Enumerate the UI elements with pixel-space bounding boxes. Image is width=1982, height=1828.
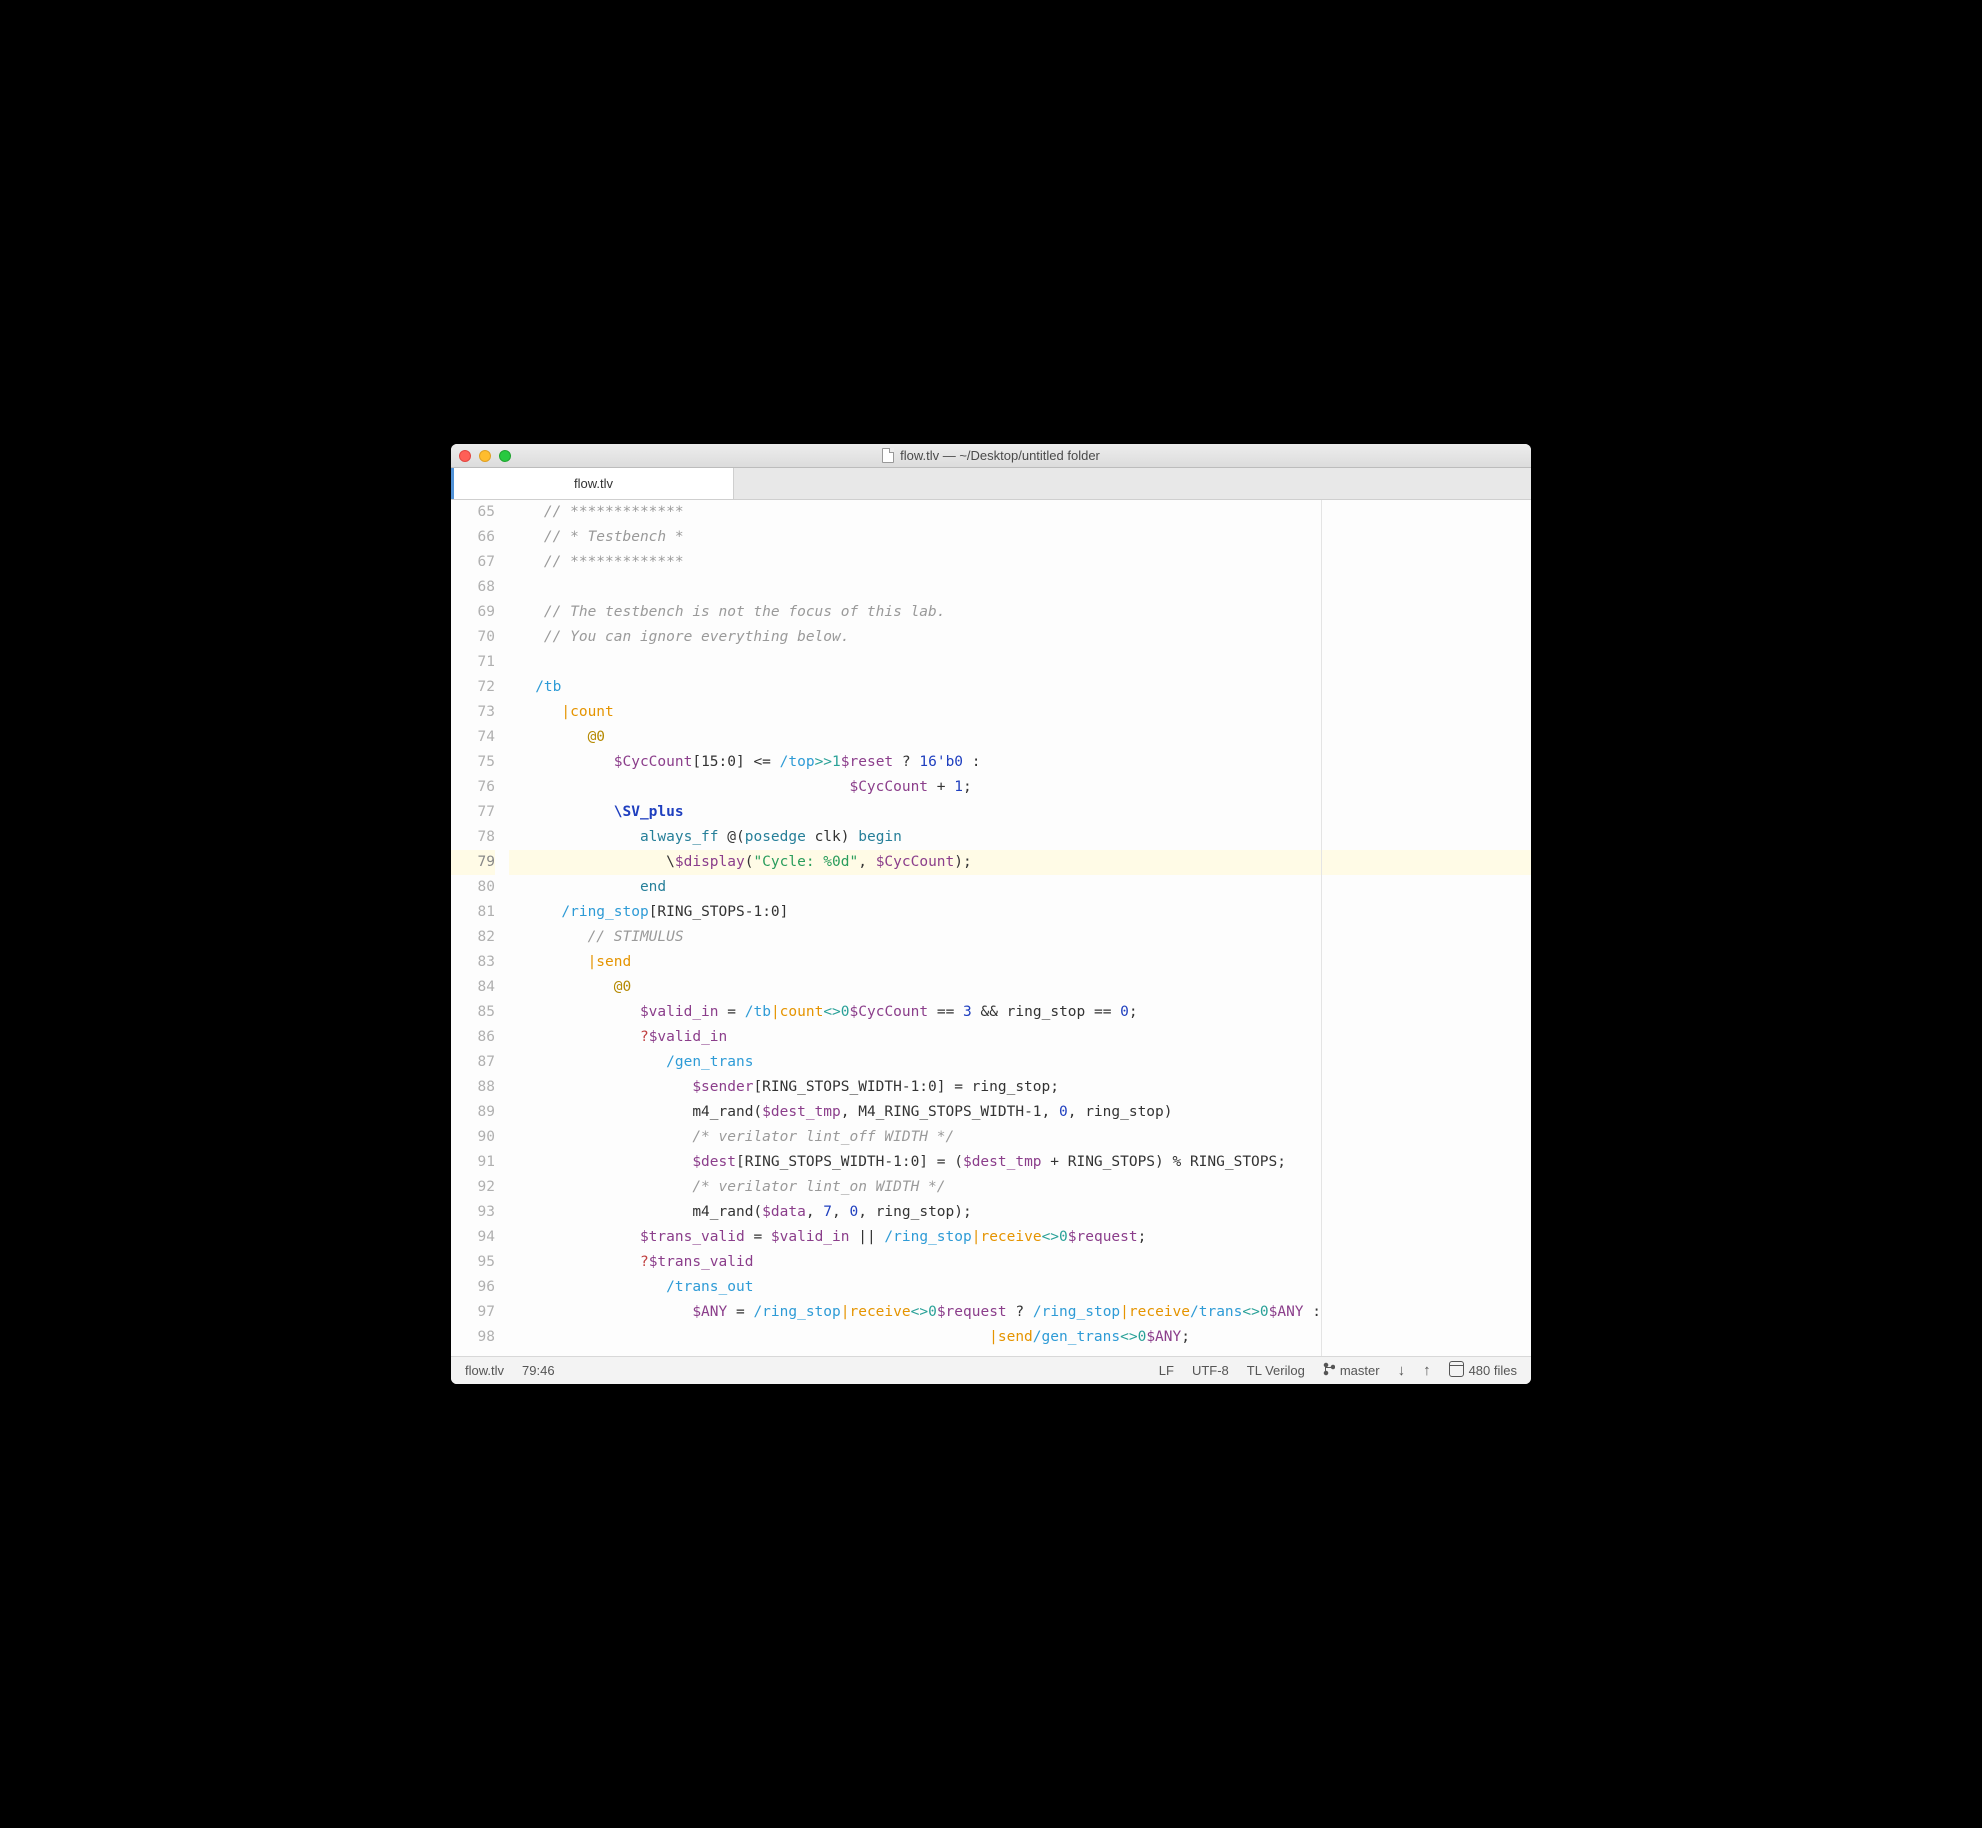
files-icon xyxy=(1449,1361,1464,1380)
code-line[interactable]: \$display("Cycle: %0d", $CycCount); xyxy=(509,850,1531,875)
close-icon[interactable] xyxy=(459,450,471,462)
line-number: 96 xyxy=(451,1275,495,1300)
git-branch-icon xyxy=(1323,1362,1335,1379)
editor-window: flow.tlv — ~/Desktop/untitled folder flo… xyxy=(451,444,1531,1384)
status-git-branch[interactable]: master xyxy=(1323,1362,1380,1379)
code-line[interactable]: // The testbench is not the focus of thi… xyxy=(509,600,1531,625)
code-line[interactable]: always_ff @(posedge clk) begin xyxy=(509,825,1531,850)
file-icon xyxy=(882,448,894,463)
code-line[interactable]: |send xyxy=(509,950,1531,975)
code-line[interactable]: // ************* xyxy=(509,550,1531,575)
code-line[interactable]: $CycCount + 1; xyxy=(509,775,1531,800)
line-number: 93 xyxy=(451,1200,495,1225)
line-number: 84 xyxy=(451,975,495,1000)
status-line-ending[interactable]: LF xyxy=(1159,1363,1174,1378)
line-number: 78 xyxy=(451,825,495,850)
code-line[interactable]: |count xyxy=(509,700,1531,725)
line-number: 87 xyxy=(451,1050,495,1075)
line-number: 75 xyxy=(451,750,495,775)
line-number: 65 xyxy=(451,500,495,525)
status-cursor-position[interactable]: 79:46 xyxy=(522,1363,555,1378)
code-line[interactable]: /* verilator lint_on WIDTH */ xyxy=(509,1175,1531,1200)
code-line[interactable]: /ring_stop[RING_STOPS-1:0] xyxy=(509,900,1531,925)
code-line[interactable] xyxy=(509,575,1531,600)
code-line[interactable]: // * Testbench * xyxy=(509,525,1531,550)
window-controls xyxy=(459,450,511,462)
titlebar[interactable]: flow.tlv — ~/Desktop/untitled folder xyxy=(451,444,1531,468)
wrap-guide xyxy=(1321,500,1322,1356)
code-line[interactable]: /tb xyxy=(509,675,1531,700)
git-pull-icon[interactable]: ↓ xyxy=(1398,1362,1406,1379)
code-line[interactable]: /gen_trans xyxy=(509,1050,1531,1075)
code-line[interactable]: $trans_valid = $valid_in || /ring_stop|r… xyxy=(509,1225,1531,1250)
code-line[interactable]: ?$valid_in xyxy=(509,1025,1531,1050)
code-line[interactable]: @0 xyxy=(509,725,1531,750)
line-number: 77 xyxy=(451,800,495,825)
line-number: 82 xyxy=(451,925,495,950)
code-line[interactable]: /* verilator lint_off WIDTH */ xyxy=(509,1125,1531,1150)
status-filename[interactable]: flow.tlv xyxy=(465,1363,504,1378)
code-line[interactable]: m4_rand($data, 7, 0, ring_stop); xyxy=(509,1200,1531,1225)
line-number: 67 xyxy=(451,550,495,575)
status-file-count[interactable]: 480 files xyxy=(1449,1361,1517,1380)
line-number: 95 xyxy=(451,1250,495,1275)
line-number: 91 xyxy=(451,1150,495,1175)
code-line[interactable]: end xyxy=(509,875,1531,900)
code-line[interactable]: ?$trans_valid xyxy=(509,1250,1531,1275)
code-line[interactable]: |send/gen_trans<>0$ANY; xyxy=(509,1325,1531,1350)
line-number: 81 xyxy=(451,900,495,925)
code-line[interactable]: \SV_plus xyxy=(509,800,1531,825)
code-line[interactable]: // ************* xyxy=(509,500,1531,525)
line-number-gutter: 6566676869707172737475767778798081828384… xyxy=(451,500,509,1356)
code-line[interactable] xyxy=(509,650,1531,675)
line-number: 69 xyxy=(451,600,495,625)
line-number: 88 xyxy=(451,1075,495,1100)
line-number: 71 xyxy=(451,650,495,675)
code-line[interactable]: /trans_out xyxy=(509,1275,1531,1300)
line-number: 90 xyxy=(451,1125,495,1150)
line-number: 68 xyxy=(451,575,495,600)
line-number: 86 xyxy=(451,1025,495,1050)
line-number: 94 xyxy=(451,1225,495,1250)
code-line[interactable]: $valid_in = /tb|count<>0$CycCount == 3 &… xyxy=(509,1000,1531,1025)
line-number: 66 xyxy=(451,525,495,550)
status-bar: flow.tlv 79:46 LF UTF-8 TL Verilog maste… xyxy=(451,1356,1531,1384)
line-number: 97 xyxy=(451,1300,495,1325)
line-number: 79 xyxy=(451,850,495,875)
code-line[interactable]: // You can ignore everything below. xyxy=(509,625,1531,650)
code-line[interactable]: $dest[RING_STOPS_WIDTH-1:0] = ($dest_tmp… xyxy=(509,1150,1531,1175)
code-editor[interactable]: 6566676869707172737475767778798081828384… xyxy=(451,500,1531,1356)
code-area[interactable]: // ************* // * Testbench * // ***… xyxy=(509,500,1531,1356)
line-number: 72 xyxy=(451,675,495,700)
line-number: 80 xyxy=(451,875,495,900)
tab-label: flow.tlv xyxy=(574,476,613,491)
code-line[interactable]: $CycCount[15:0] <= /top>>1$reset ? 16'b0… xyxy=(509,750,1531,775)
status-encoding[interactable]: UTF-8 xyxy=(1192,1363,1229,1378)
minimize-icon[interactable] xyxy=(479,450,491,462)
code-line[interactable]: @0 xyxy=(509,975,1531,1000)
code-line[interactable]: $ANY = /ring_stop|receive<>0$request ? /… xyxy=(509,1300,1531,1325)
line-number: 70 xyxy=(451,625,495,650)
line-number: 76 xyxy=(451,775,495,800)
status-language[interactable]: TL Verilog xyxy=(1247,1363,1305,1378)
line-number: 89 xyxy=(451,1100,495,1125)
tab-flow[interactable]: flow.tlv xyxy=(454,468,734,499)
code-line[interactable]: $sender[RING_STOPS_WIDTH-1:0] = ring_sto… xyxy=(509,1075,1531,1100)
window-title: flow.tlv — ~/Desktop/untitled folder xyxy=(900,448,1100,463)
line-number: 85 xyxy=(451,1000,495,1025)
tab-bar: flow.tlv xyxy=(451,468,1531,500)
line-number: 92 xyxy=(451,1175,495,1200)
code-line[interactable]: m4_rand($dest_tmp, M4_RING_STOPS_WIDTH-1… xyxy=(509,1100,1531,1125)
line-number: 74 xyxy=(451,725,495,750)
zoom-icon[interactable] xyxy=(499,450,511,462)
line-number: 83 xyxy=(451,950,495,975)
line-number: 73 xyxy=(451,700,495,725)
code-line[interactable]: // STIMULUS xyxy=(509,925,1531,950)
git-push-icon[interactable]: ↑ xyxy=(1423,1362,1431,1379)
line-number: 98 xyxy=(451,1325,495,1350)
